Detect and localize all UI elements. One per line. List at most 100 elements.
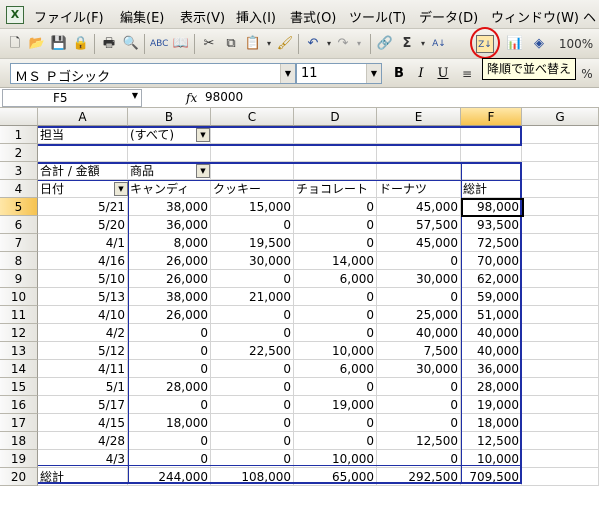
table-cell[interactable]: 0	[294, 324, 377, 342]
row-header-8[interactable]: 8	[0, 252, 38, 270]
column-header-g[interactable]: G	[522, 108, 599, 126]
table-cell[interactable]: 15,000	[211, 198, 294, 216]
grid-cell[interactable]	[522, 270, 599, 288]
print-icon[interactable]: 🖶	[100, 35, 118, 53]
column-field-dropdown-icon[interactable]: ▼	[196, 164, 210, 178]
table-cell[interactable]: 26,000	[128, 252, 211, 270]
grid-cell[interactable]	[461, 162, 522, 180]
menu-help[interactable]: ヘ	[583, 7, 596, 26]
font-size-combo[interactable]: 11 ▼	[296, 63, 382, 84]
table-cell[interactable]: 26,000	[128, 270, 211, 288]
grid-cell[interactable]	[38, 144, 128, 162]
chevron-down-icon[interactable]: ▼	[132, 91, 138, 100]
table-cell[interactable]: 38,000	[128, 198, 211, 216]
formula-input[interactable]: 98000	[205, 90, 243, 104]
table-cell[interactable]: 25,000	[377, 306, 461, 324]
table-cell[interactable]: 45,000	[377, 198, 461, 216]
percent-button[interactable]: %	[578, 65, 596, 83]
grid-cell[interactable]	[522, 450, 599, 468]
table-cell[interactable]: 36,000	[128, 216, 211, 234]
table-cell[interactable]: 5/10	[38, 270, 128, 288]
row-header-1[interactable]: 1	[0, 126, 38, 144]
permission-icon[interactable]: 🔒	[72, 35, 90, 53]
grid-cell[interactable]	[294, 162, 377, 180]
table-cell[interactable]: 36,000	[461, 360, 522, 378]
table-cell[interactable]: 0	[294, 432, 377, 450]
cell-a1[interactable]: 担当	[38, 126, 128, 144]
table-cell[interactable]: 18,000	[128, 414, 211, 432]
cut-icon[interactable]: ✂	[200, 35, 218, 53]
row-field-dropdown-icon[interactable]: ▼	[114, 182, 128, 196]
open-folder-icon[interactable]: 📂	[28, 35, 46, 53]
row-header-20[interactable]: 20	[0, 468, 38, 486]
table-cell[interactable]: 4/11	[38, 360, 128, 378]
table-cell[interactable]: 0	[377, 252, 461, 270]
grid-cell[interactable]	[377, 126, 461, 144]
table-cell[interactable]: 5/21	[38, 198, 128, 216]
table-cell[interactable]: 57,500	[377, 216, 461, 234]
grid-cell[interactable]	[522, 180, 599, 198]
chart-wizard-icon[interactable]: 📊	[506, 35, 524, 53]
column-header-b[interactable]: B	[128, 108, 211, 126]
chevron-down-icon[interactable]: ▼	[280, 64, 295, 83]
table-cell[interactable]: 19,000	[461, 396, 522, 414]
row-header-12[interactable]: 12	[0, 324, 38, 342]
grid-cell[interactable]	[522, 252, 599, 270]
table-cell[interactable]: 0	[377, 378, 461, 396]
table-cell[interactable]: 0	[211, 396, 294, 414]
table-cell[interactable]: 40,000	[377, 324, 461, 342]
drawing-icon[interactable]: ◈	[530, 35, 548, 53]
fx-icon[interactable]: fx	[186, 91, 197, 105]
column-header-a[interactable]: A	[38, 108, 128, 126]
table-cell[interactable]: 0	[128, 432, 211, 450]
table-cell[interactable]: 12,500	[461, 432, 522, 450]
excel-icon[interactable]: X	[6, 6, 24, 24]
research-icon[interactable]: 📖	[172, 35, 190, 53]
worksheet-grid[interactable]: ABCDEFG 1 2 3 4 5 6 7 8 9 10 11 12 13 14 15 16 17 18 19 20 …	[0, 108, 599, 506]
grid-cell[interactable]	[377, 162, 461, 180]
column-header-e[interactable]: E	[377, 108, 461, 126]
table-cell[interactable]: 0	[294, 306, 377, 324]
row-header-17[interactable]: 17	[0, 414, 38, 432]
grid-cell[interactable]	[522, 234, 599, 252]
grid-cell[interactable]	[522, 396, 599, 414]
table-cell[interactable]: 4/1	[38, 234, 128, 252]
table-cell[interactable]: 4/10	[38, 306, 128, 324]
row-header-18[interactable]: 18	[0, 432, 38, 450]
grid-cell[interactable]	[522, 414, 599, 432]
pivot-header-cell[interactable]: クッキー	[211, 180, 294, 198]
grid-cell[interactable]	[522, 378, 599, 396]
menu-data[interactable]: データ(D)	[419, 7, 478, 26]
table-cell[interactable]: 30,000	[377, 270, 461, 288]
font-name-combo[interactable]: ＭＳ Ｐゴシック ▼	[10, 63, 296, 85]
table-cell[interactable]: 0	[211, 378, 294, 396]
grid-cell[interactable]	[522, 306, 599, 324]
grid-cell[interactable]	[522, 342, 599, 360]
row-header-11[interactable]: 11	[0, 306, 38, 324]
menu-file[interactable]: ファイル(F)	[34, 7, 104, 26]
table-cell[interactable]: 93,500	[461, 216, 522, 234]
table-cell[interactable]: 0	[211, 306, 294, 324]
table-cell[interactable]: 40,000	[461, 324, 522, 342]
table-cell[interactable]: 22,500	[211, 342, 294, 360]
table-cell[interactable]: 0	[211, 270, 294, 288]
table-cell[interactable]: 6,000	[294, 270, 377, 288]
table-cell[interactable]: 0	[294, 234, 377, 252]
row-header-4[interactable]: 4	[0, 180, 38, 198]
table-cell[interactable]: 5/17	[38, 396, 128, 414]
grid-cell[interactable]	[522, 144, 599, 162]
table-cell[interactable]: 0	[211, 432, 294, 450]
table-cell[interactable]: 5/13	[38, 288, 128, 306]
sort-ascending-icon[interactable]: A↓	[430, 35, 448, 53]
grid-cell[interactable]	[522, 198, 599, 216]
table-cell[interactable]: 8,000	[128, 234, 211, 252]
grid-cell[interactable]	[294, 144, 377, 162]
table-cell[interactable]: 0	[377, 288, 461, 306]
grid-cell[interactable]	[522, 468, 599, 486]
table-cell[interactable]: 62,000	[461, 270, 522, 288]
table-cell[interactable]: 0	[377, 396, 461, 414]
underline-button[interactable]: U	[434, 65, 452, 83]
grid-cell[interactable]	[211, 162, 294, 180]
column-header-c[interactable]: C	[211, 108, 294, 126]
table-cell[interactable]: 4/28	[38, 432, 128, 450]
